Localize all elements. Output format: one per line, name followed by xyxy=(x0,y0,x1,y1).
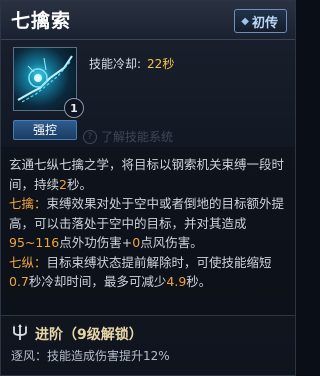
intro-duration: 2 xyxy=(59,176,67,192)
advance-description: 逐风：技能造成伤害提升12% xyxy=(11,349,170,363)
skill-tooltip: 七擒索 ◆ 初传 1 技能冷却: 22秒 强控 ? 了解技能系统 玄通七纵七擒之学… xyxy=(0,0,296,376)
cooldown-label: 技能冷却: xyxy=(89,57,142,71)
intro-paragraph: 玄通七纵七擒之学，将目标以钢索机关束缚一段时间，持续2秒。 xyxy=(9,155,289,194)
qizong-text-c: 秒。 xyxy=(186,274,212,289)
cooldown-value: 22秒 xyxy=(147,57,175,71)
learn-link-label: 了解技能系统 xyxy=(101,130,174,144)
qizong-text-b: 秒冷却时间，最多可减少 xyxy=(28,274,167,289)
qizong-tag: 七纵： xyxy=(9,254,47,270)
trident-icon xyxy=(11,323,29,345)
help-icon: ? xyxy=(83,129,97,144)
qizong-paragraph: 七纵：目标束缚状态提前解除时，可使技能缩短 0.7秒冷却时间，最多可减少4.9秒。 xyxy=(9,253,289,292)
qizong-max-reduce: 4.9 xyxy=(166,274,187,289)
title-bar: 七擒索 ◆ 初传 xyxy=(1,1,295,40)
qiqin-paragraph: 七擒：束缚效果对处于空中或者倒地的目标额外提高，可以击落处于空中的目标，并对其造… xyxy=(9,194,289,253)
qiqin-text-c: 点风伤害。 xyxy=(140,235,203,250)
qiqin-tag: 七擒： xyxy=(9,196,47,211)
qiqin-text-a: 束缚效果对处于空中或者倒地的目标额外提高，可以击落处于空中的目标，并对其造成 xyxy=(9,196,285,231)
qiqin-text-b: 点外功伤害+ xyxy=(59,235,133,250)
intro-text: 玄通七纵七擒之学，将目标以钢索机关束缚一段时间，持续 xyxy=(9,157,285,192)
divider xyxy=(1,315,295,316)
skill-level-badge: 1 xyxy=(64,98,84,118)
advance-header: 进阶（9级解锁） xyxy=(11,323,143,345)
qiqin-damage-range: 95~116 xyxy=(9,235,60,250)
tier-badge: ◆ 初传 xyxy=(234,9,287,33)
advance-title: 进阶（9级解锁） xyxy=(35,327,143,343)
cooldown-row: 技能冷却: 22秒 xyxy=(89,55,174,72)
intro-end: 秒。 xyxy=(66,176,92,192)
diamond-icon: ◆ xyxy=(241,15,249,27)
control-type-button[interactable]: 强控 xyxy=(13,120,77,140)
skill-title: 七擒索 xyxy=(11,10,72,32)
qizong-cooldown-reduce: 0.7 xyxy=(9,274,29,289)
skill-description: 玄通七纵七擒之学，将目标以钢索机关束缚一段时间，持续2秒。 七擒：束缚效果对处于… xyxy=(9,155,289,292)
tier-label: 初传 xyxy=(251,15,278,31)
learn-skill-system-link[interactable]: ? 了解技能系统 xyxy=(83,128,173,145)
qizong-text-a: 目标束缚状态提前解除时，可使技能缩短 xyxy=(46,254,272,270)
qiqin-wind-damage: 0 xyxy=(132,235,141,250)
